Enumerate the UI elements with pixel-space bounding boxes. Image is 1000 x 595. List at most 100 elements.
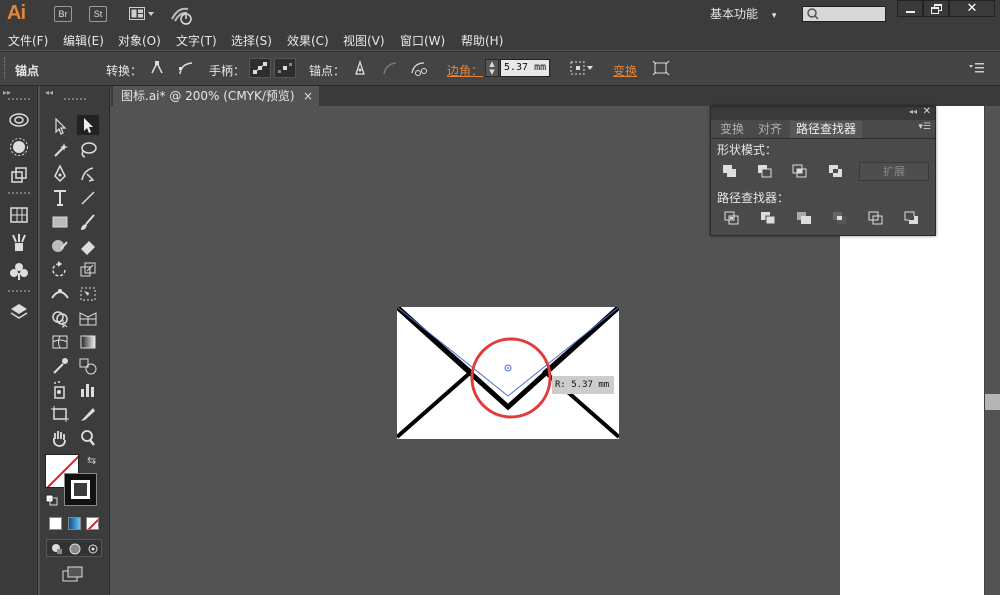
libraries-icon[interactable] xyxy=(8,108,30,130)
color-mode-button[interactable] xyxy=(49,517,62,530)
artboards-icon[interactable] xyxy=(8,164,30,186)
rotate-tool-icon[interactable] xyxy=(49,260,71,280)
corner-radius-input[interactable]: 5.37 mm xyxy=(500,59,550,77)
menu-select[interactable]: 选择(S) xyxy=(231,32,272,49)
draw-inside-icon[interactable] xyxy=(87,543,99,555)
curvature-tool-icon[interactable] xyxy=(77,164,99,184)
convert-to-smooth-icon[interactable] xyxy=(177,59,195,77)
eraser-tool-icon[interactable] xyxy=(77,236,99,256)
connect-anchors-icon[interactable] xyxy=(381,59,399,77)
corner-radius-stepper[interactable]: ▲ ▼ xyxy=(485,59,499,77)
mesh-tool-icon[interactable] xyxy=(49,332,71,352)
menu-type[interactable]: 文字(T) xyxy=(176,32,217,49)
color-guide-icon[interactable] xyxy=(8,136,30,158)
close-panel-icon[interactable]: ✕ xyxy=(923,106,931,117)
eyedropper-tool-icon[interactable] xyxy=(49,356,71,376)
document-tab[interactable]: 图标.ai* @ 200% (CMYK/预览) × xyxy=(113,86,319,106)
brushes-icon[interactable] xyxy=(8,232,30,254)
blend-tool-icon[interactable] xyxy=(77,356,99,376)
perspective-grid-tool-icon[interactable] xyxy=(77,308,99,328)
crop-icon[interactable] xyxy=(831,210,849,226)
line-segment-tool-icon[interactable] xyxy=(77,188,99,208)
vertical-scrollbar[interactable] xyxy=(984,106,1000,595)
default-fill-stroke-icon[interactable] xyxy=(45,494,59,506)
artboard-tool-icon[interactable] xyxy=(49,404,71,424)
menu-object[interactable]: 对象(O) xyxy=(118,32,161,49)
corners-label[interactable]: 边角： xyxy=(447,62,483,79)
tab-align[interactable]: 对齐 xyxy=(752,121,788,138)
symbol-sprayer-tool-icon[interactable] xyxy=(49,380,71,400)
cut-path-icon[interactable] xyxy=(410,59,430,77)
panel-menu-icon[interactable]: ▾☰ xyxy=(918,122,931,132)
rectangle-tool-icon[interactable] xyxy=(49,212,71,232)
bridge-button[interactable]: Br xyxy=(54,6,72,22)
tab-transform[interactable]: 变换 xyxy=(714,121,750,138)
draw-behind-icon[interactable] xyxy=(69,543,81,555)
transform-link[interactable]: 变换 xyxy=(613,62,637,79)
selection-tool-icon[interactable] xyxy=(49,116,71,136)
hand-tool-icon[interactable] xyxy=(49,428,71,448)
width-tool-icon[interactable] xyxy=(49,284,71,304)
column-graph-tool-icon[interactable] xyxy=(77,380,99,400)
envelope-artwork[interactable] xyxy=(397,307,619,439)
stroke-swatch[interactable] xyxy=(64,473,97,506)
collapse-dock-icon[interactable]: ▸▸ xyxy=(3,88,11,97)
menu-window[interactable]: 窗口(W) xyxy=(400,32,445,49)
shape-builder-tool-icon[interactable] xyxy=(49,308,71,328)
menu-edit[interactable]: 编辑(E) xyxy=(63,32,104,49)
arrange-documents-icon[interactable] xyxy=(129,6,155,22)
close-button[interactable]: ✕ xyxy=(949,0,995,17)
tab-pathfinder[interactable]: 路径查找器 xyxy=(790,121,862,138)
workspace-switcher[interactable]: 基本功能 ▾ xyxy=(710,5,785,23)
unite-icon[interactable] xyxy=(721,163,739,179)
menu-help[interactable]: 帮助(H) xyxy=(461,32,503,49)
swatches-icon[interactable] xyxy=(8,204,30,226)
direct-selection-tool-icon[interactable] xyxy=(77,115,99,135)
minimize-button[interactable] xyxy=(897,0,923,17)
none-mode-button[interactable] xyxy=(86,517,99,530)
scale-tool-icon[interactable] xyxy=(77,260,99,280)
gradient-mode-button[interactable] xyxy=(68,517,81,530)
magic-wand-tool-icon[interactable] xyxy=(49,140,71,160)
free-transform-tool-icon[interactable] xyxy=(77,284,99,304)
minus-back-icon[interactable] xyxy=(903,210,921,226)
type-tool-icon[interactable] xyxy=(49,188,71,208)
swap-fill-stroke-icon[interactable]: ⇆ xyxy=(87,454,96,467)
intersect-icon[interactable] xyxy=(791,163,809,179)
slice-tool-icon[interactable] xyxy=(77,404,99,424)
minus-front-icon[interactable] xyxy=(756,163,774,179)
outline-icon[interactable] xyxy=(867,210,885,226)
paintbrush-tool-icon[interactable] xyxy=(77,212,99,232)
show-handles-button[interactable] xyxy=(249,58,271,78)
divide-icon[interactable] xyxy=(723,210,741,226)
search-input[interactable] xyxy=(802,6,886,22)
screen-mode-icon[interactable] xyxy=(62,566,84,582)
shaper-tool-icon[interactable] xyxy=(49,236,71,256)
pen-tool-icon[interactable] xyxy=(49,164,71,184)
select-similar-icon[interactable] xyxy=(569,59,595,77)
merge-icon[interactable] xyxy=(795,210,813,226)
symbols-icon[interactable] xyxy=(8,260,30,282)
lasso-tool-icon[interactable] xyxy=(77,140,99,160)
layers-icon[interactable] xyxy=(8,300,30,322)
exclude-icon[interactable] xyxy=(827,163,845,179)
hide-handles-button[interactable] xyxy=(274,58,296,78)
menu-file[interactable]: 文件(F) xyxy=(8,32,48,49)
collapse-tools-icon[interactable]: ◂◂ xyxy=(45,88,53,97)
gpu-performance-icon[interactable] xyxy=(170,5,194,25)
close-tab-icon[interactable]: × xyxy=(303,86,313,106)
trim-icon[interactable] xyxy=(759,210,777,226)
isolate-object-icon[interactable] xyxy=(651,59,671,77)
scrollbar-thumb[interactable] xyxy=(985,394,1000,410)
restore-button[interactable] xyxy=(923,0,949,17)
control-menu-icon[interactable] xyxy=(968,62,986,74)
gradient-tool-icon[interactable] xyxy=(77,332,99,352)
menu-view[interactable]: 视图(V) xyxy=(343,32,385,49)
convert-to-corner-icon[interactable] xyxy=(148,59,166,77)
collapse-panel-icon[interactable]: ◂◂ xyxy=(909,107,917,116)
draw-normal-icon[interactable] xyxy=(51,543,63,555)
zoom-tool-icon[interactable] xyxy=(77,428,99,448)
stock-button[interactable]: St xyxy=(89,6,107,22)
menu-effect[interactable]: 效果(C) xyxy=(287,32,329,49)
expand-button[interactable]: 扩展 xyxy=(859,162,929,181)
